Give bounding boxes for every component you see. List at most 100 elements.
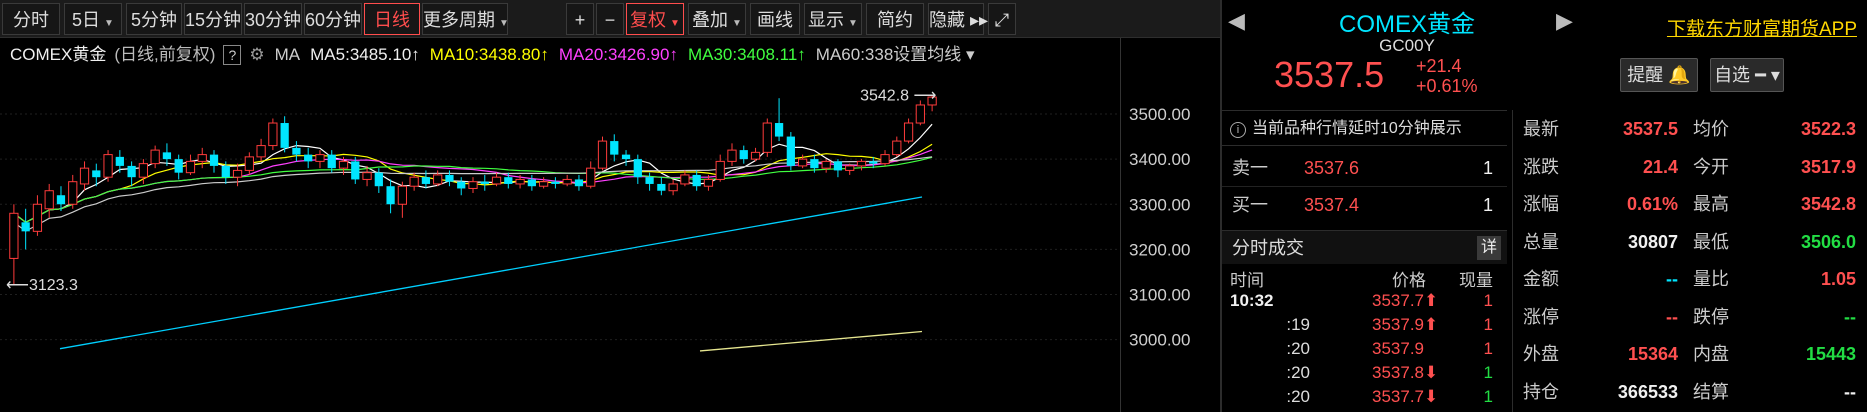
ask-label: 卖一 xyxy=(1232,158,1268,178)
last-price: 3537.5 xyxy=(1274,54,1385,95)
candle-body xyxy=(680,174,690,185)
zoom-out-button[interactable]: − xyxy=(596,3,624,35)
candle-body xyxy=(21,222,30,232)
tick-time: :19 xyxy=(1286,315,1310,334)
price-tick-label: 3400.00 xyxy=(1129,150,1190,169)
ma20-value: MA20:3426.90↑ xyxy=(558,45,678,64)
chevron-down-icon: ▼ xyxy=(848,18,858,29)
candle-body xyxy=(115,156,124,166)
price-axis: 3500.00 3400.00 3300.00 3200.00 3100.00 3000.… xyxy=(1120,38,1220,412)
quote-value: 3537.5 xyxy=(1622,119,1678,139)
ma-settings-link[interactable]: 设置均线 ▾ xyxy=(893,45,974,64)
quote-value: 15443 xyxy=(1805,344,1856,364)
period-30min-button[interactable]: 30分钟 xyxy=(244,3,302,35)
period-5day-button[interactable]: 5日 ▼ xyxy=(64,3,122,35)
legend-title: COMEX黄金 xyxy=(10,45,107,64)
candle-body xyxy=(433,174,443,185)
tick-row: :20 3537.8⬇ 1 xyxy=(1222,362,1507,384)
adjust-rights-button[interactable]: 复权 ▼ xyxy=(626,3,684,35)
delay-notice: i 当前品种行情延时10分钟展示 xyxy=(1222,110,1507,146)
orderbook-ask: 卖一 3537.6 1 xyxy=(1222,150,1507,186)
bid-label: 买一 xyxy=(1232,195,1268,215)
detail-button[interactable]: 详 xyxy=(1477,236,1501,260)
change-percent: +0.61% xyxy=(1416,76,1478,96)
download-app-link[interactable]: 下载东方财富期货APP xyxy=(1667,14,1857,41)
tick-price: 3537.8⬇ xyxy=(1372,363,1439,382)
candle-body xyxy=(762,122,772,153)
price-tick-label: 3200.00 xyxy=(1129,240,1190,259)
simple-mode-button[interactable]: 简约 xyxy=(866,3,924,35)
ma-line-longest xyxy=(699,330,923,352)
next-symbol-icon[interactable]: ▶ xyxy=(1556,8,1573,34)
quote-value: -- xyxy=(1844,306,1856,327)
quote-header: ◀ COMEX黄金 ▶ GC00Y 3537.5 +21.4 +0.61% 下载… xyxy=(1222,0,1867,108)
quote-value: 3542.8 xyxy=(1800,194,1856,214)
kline-chart[interactable]: 3542.8 ⟶ ⟵3123.3 xyxy=(0,70,1120,412)
candle-body xyxy=(562,178,572,185)
candle-body xyxy=(386,186,395,205)
kline-svg: 3542.8 ⟶ ⟵3123.3 xyxy=(0,88,1120,352)
quote-key: 涨幅 xyxy=(1523,194,1559,214)
tick-volume: 1 xyxy=(1483,339,1493,358)
quote-panel: ◀ COMEX黄金 ▶ GC00Y 3537.5 +21.4 +0.61% 下载… xyxy=(1222,0,1867,412)
bid-price: 3537.4 xyxy=(1304,195,1360,215)
period-5min-button[interactable]: 5分钟 xyxy=(126,3,182,35)
candle-body xyxy=(892,140,902,156)
period-daily-button[interactable]: 日线 xyxy=(364,3,420,35)
candle-body xyxy=(539,181,549,187)
candle-body xyxy=(810,159,819,169)
candle-body xyxy=(657,183,666,191)
candle-body xyxy=(221,165,230,178)
candle-body xyxy=(9,212,19,259)
fullscreen-icon[interactable]: ⤢ xyxy=(988,3,1016,35)
quote-value: 366533 xyxy=(1617,381,1678,402)
candle-body xyxy=(880,154,890,165)
delay-notice-text: 当前品种行情延时10分钟展示 xyxy=(1252,120,1462,137)
quote-key: 量比 xyxy=(1693,269,1729,289)
tick-time: :20 xyxy=(1286,339,1310,358)
prev-symbol-icon[interactable]: ◀ xyxy=(1228,8,1245,34)
tick-time: :20 xyxy=(1286,363,1310,382)
more-periods-button[interactable]: 更多周期 ▼ xyxy=(422,3,509,35)
period-15min-button[interactable]: 15分钟 xyxy=(184,3,242,35)
price-change: +21.4 +0.61% xyxy=(1416,56,1478,96)
tick-row: 10:32 3537.7⬆ 1 xyxy=(1222,290,1507,312)
display-label: 显示 xyxy=(808,10,845,30)
chevron-down-icon: ▼ xyxy=(732,18,742,29)
candle-body xyxy=(774,123,784,137)
ma30-value: MA30:3408.11↑ xyxy=(687,45,806,64)
period-intraday-button[interactable]: 分时 xyxy=(2,3,60,35)
candle-body xyxy=(727,149,737,162)
quote-key: 外盘 xyxy=(1523,344,1559,364)
period-toolbar: 分时 5日 ▼ 5分钟 15分钟 30分钟 60分钟 日线 更多周期 ▼ + − 复… xyxy=(0,0,1220,38)
candle-body xyxy=(915,104,925,124)
quote-key: 结算 xyxy=(1693,381,1729,402)
zoom-in-button[interactable]: + xyxy=(566,3,594,35)
candle-body xyxy=(397,185,407,205)
candle-body xyxy=(821,160,831,169)
quote-value: -- xyxy=(1666,306,1678,327)
quote-key: 涨停 xyxy=(1523,306,1559,327)
watchlist-button[interactable]: 自选 ━ ▾ xyxy=(1710,58,1784,92)
change-value: +21.4 xyxy=(1416,56,1462,76)
draw-line-button[interactable]: 画线 xyxy=(750,3,800,35)
candle-body xyxy=(56,195,66,205)
candle-body xyxy=(703,178,714,187)
candle-body xyxy=(833,161,843,171)
time-sales-header: 分时成交 详 xyxy=(1222,230,1507,264)
remind-button[interactable]: 提醒 🔔 xyxy=(1620,58,1698,92)
candle-body xyxy=(138,163,148,178)
candle-body xyxy=(610,141,619,155)
overlay-button[interactable]: 叠加 ▼ xyxy=(688,3,746,35)
display-button[interactable]: 显示 ▼ xyxy=(804,3,862,35)
candle-body xyxy=(586,167,596,187)
quote-value: 3517.9 xyxy=(1800,156,1856,177)
period-60min-button[interactable]: 60分钟 xyxy=(304,3,362,35)
quote-row: 最新 3537.5 均价 3522.3 xyxy=(1513,110,1867,148)
quote-value: 3522.3 xyxy=(1800,119,1856,139)
tick-volume: 1 xyxy=(1483,363,1493,382)
help-icon[interactable]: ? xyxy=(223,45,242,65)
candle-body xyxy=(127,165,136,178)
hide-panel-button[interactable]: 隐藏 ▸▸ xyxy=(928,3,988,35)
gear-icon[interactable]: ⚙ xyxy=(249,45,264,64)
